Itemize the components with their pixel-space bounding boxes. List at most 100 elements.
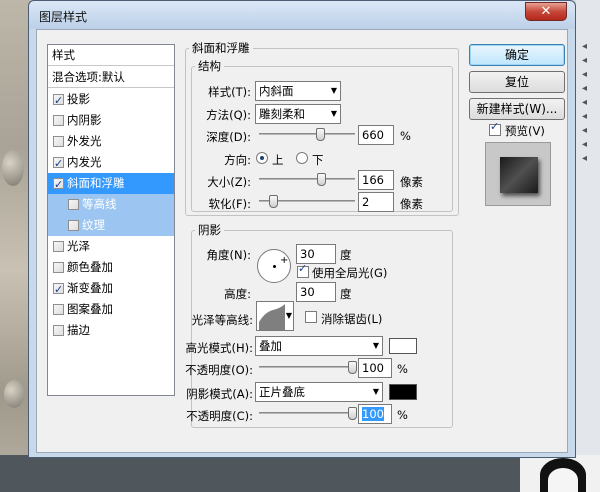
style-item-checkbox[interactable]: [53, 279, 64, 300]
global-light-checkbox[interactable]: [297, 262, 309, 278]
direction-down-radio[interactable]: [296, 152, 308, 164]
style-item[interactable]: 斜面和浮雕: [48, 173, 174, 195]
style-item-label: 颜色叠加: [67, 260, 113, 274]
style-item-checkbox[interactable]: [53, 325, 64, 336]
angle-dial[interactable]: +: [257, 249, 291, 283]
soften-label: 软化(F):: [208, 197, 251, 211]
soften-input[interactable]: 2: [358, 192, 394, 212]
direction-up-radio[interactable]: [256, 152, 268, 164]
depth-label: 深度(D):: [206, 130, 251, 144]
style-item[interactable]: 描边: [48, 320, 174, 341]
style-item-checkbox[interactable]: [68, 220, 79, 231]
style-item[interactable]: 外发光: [48, 131, 174, 152]
style-item-label: 光泽: [67, 239, 90, 253]
style-item[interactable]: 渐变叠加: [48, 278, 174, 300]
style-item[interactable]: 图案叠加: [48, 299, 174, 320]
layer-style-dialog: 图层样式 ✕ 样式 混合选项:默认 投影内阴影外发光内发光斜面和浮雕等高线纹理光…: [28, 0, 576, 458]
size-label: 大小(Z):: [207, 175, 251, 189]
style-item-checkbox[interactable]: [53, 153, 64, 174]
highlight-color-swatch[interactable]: [389, 338, 417, 354]
style-item[interactable]: 等高线: [48, 194, 174, 215]
style-item-checkbox[interactable]: [53, 262, 64, 273]
anti-alias-checkbox[interactable]: [305, 311, 317, 323]
style-item[interactable]: 光泽: [48, 236, 174, 257]
highlight-mode-select[interactable]: 叠加 ▼: [255, 336, 383, 356]
angle-input[interactable]: 30: [296, 244, 336, 264]
reset-button[interactable]: 复位: [469, 71, 565, 93]
dropdown-arrow-icon: ▼: [285, 311, 292, 320]
size-unit: 像素: [400, 175, 423, 189]
style-item[interactable]: 颜色叠加: [48, 257, 174, 278]
style-item-label: 纹理: [82, 218, 105, 232]
angle-label: 角度(N):: [206, 248, 251, 262]
style-item-checkbox[interactable]: [53, 136, 64, 147]
style-item-checkbox[interactable]: [53, 241, 64, 252]
anti-alias-label[interactable]: 消除锯齿(L): [321, 311, 382, 327]
technique-select[interactable]: 雕刻柔和 ▼: [255, 104, 341, 124]
gloss-contour-picker[interactable]: ▼: [256, 301, 294, 331]
canvas-stone: [4, 380, 24, 408]
highlight-opacity-label: 不透明度(O):: [185, 363, 253, 377]
highlight-opacity-slider[interactable]: [259, 361, 357, 374]
direction-down-label[interactable]: 下: [312, 152, 324, 168]
global-light-label[interactable]: 使用全局光(G): [312, 265, 387, 281]
styles-header[interactable]: 样式: [48, 45, 174, 66]
altitude-input[interactable]: 30: [296, 282, 336, 302]
taskbar: [0, 455, 600, 492]
style-item-checkbox[interactable]: [53, 304, 64, 315]
shadow-opacity-label: 不透明度(C):: [186, 409, 253, 423]
soften-slider[interactable]: [259, 195, 355, 208]
size-slider[interactable]: [259, 173, 355, 186]
style-item-checkbox[interactable]: [53, 174, 64, 195]
style-select[interactable]: 内斜面 ▼: [255, 81, 341, 101]
style-item[interactable]: 纹理: [48, 215, 174, 236]
shadow-opacity-value: 100: [362, 407, 384, 421]
style-preview: [485, 142, 551, 206]
structure-title: 结构: [195, 58, 224, 74]
style-item-label: 描边: [67, 323, 90, 337]
style-item-label: 外发光: [67, 134, 102, 148]
depth-slider[interactable]: [259, 128, 355, 141]
preview-checkbox[interactable]: [489, 120, 501, 136]
crosshair-icon: +: [280, 255, 289, 266]
style-item[interactable]: 投影: [48, 89, 174, 111]
soften-unit: 像素: [400, 197, 423, 211]
style-item-checkbox[interactable]: [53, 90, 64, 111]
style-item-label: 内阴影: [67, 113, 102, 127]
size-input[interactable]: 166: [358, 170, 394, 190]
shadow-color-swatch[interactable]: [389, 384, 417, 400]
shadow-opacity-slider[interactable]: [259, 407, 357, 420]
highlight-opacity-input[interactable]: 100: [358, 358, 392, 378]
style-item-label: 等高线: [82, 197, 117, 211]
blend-options-item[interactable]: 混合选项:默认: [48, 67, 174, 88]
ok-button[interactable]: 确定: [469, 44, 565, 66]
angle-unit: 度: [340, 248, 352, 262]
style-item-label: 斜面和浮雕: [67, 176, 125, 190]
preview-label[interactable]: 预览(V): [505, 123, 545, 139]
dialog-body: 样式 混合选项:默认 投影内阴影外发光内发光斜面和浮雕等高线纹理光泽颜色叠加渐变…: [36, 29, 568, 453]
direction-label: 方向:: [224, 153, 251, 167]
shadow-mode-select[interactable]: 正片叠底 ▼: [255, 382, 383, 402]
altitude-unit: 度: [340, 287, 352, 301]
style-item[interactable]: 内发光: [48, 152, 174, 174]
style-label: 样式(T):: [208, 85, 251, 99]
highlight-opacity-unit: %: [397, 362, 408, 376]
gloss-contour-label: 光泽等高线:: [191, 313, 253, 327]
new-style-button[interactable]: 新建样式(W)...: [469, 98, 565, 120]
shadow-opacity-input[interactable]: 100: [358, 404, 392, 424]
style-item-label: 投影: [67, 92, 90, 106]
close-button[interactable]: ✕: [525, 2, 567, 21]
technique-label: 方法(Q):: [206, 108, 251, 122]
direction-up-label[interactable]: 上: [272, 152, 284, 168]
style-item[interactable]: 内阴影: [48, 110, 174, 131]
depth-input[interactable]: 660: [358, 125, 394, 145]
shadow-mode-label: 阴影模式(A):: [186, 387, 253, 401]
canvas-stone: [2, 150, 24, 186]
qq-penguin-icon[interactable]: [540, 458, 586, 492]
title-bar[interactable]: 图层样式 ✕: [29, 1, 575, 29]
bevel-emboss-title: 斜面和浮雕: [189, 40, 253, 56]
style-item-checkbox[interactable]: [68, 199, 79, 210]
shading-title: 阴影: [195, 222, 224, 238]
style-item-checkbox[interactable]: [53, 115, 64, 126]
highlight-mode-label: 高光模式(H):: [185, 341, 254, 355]
